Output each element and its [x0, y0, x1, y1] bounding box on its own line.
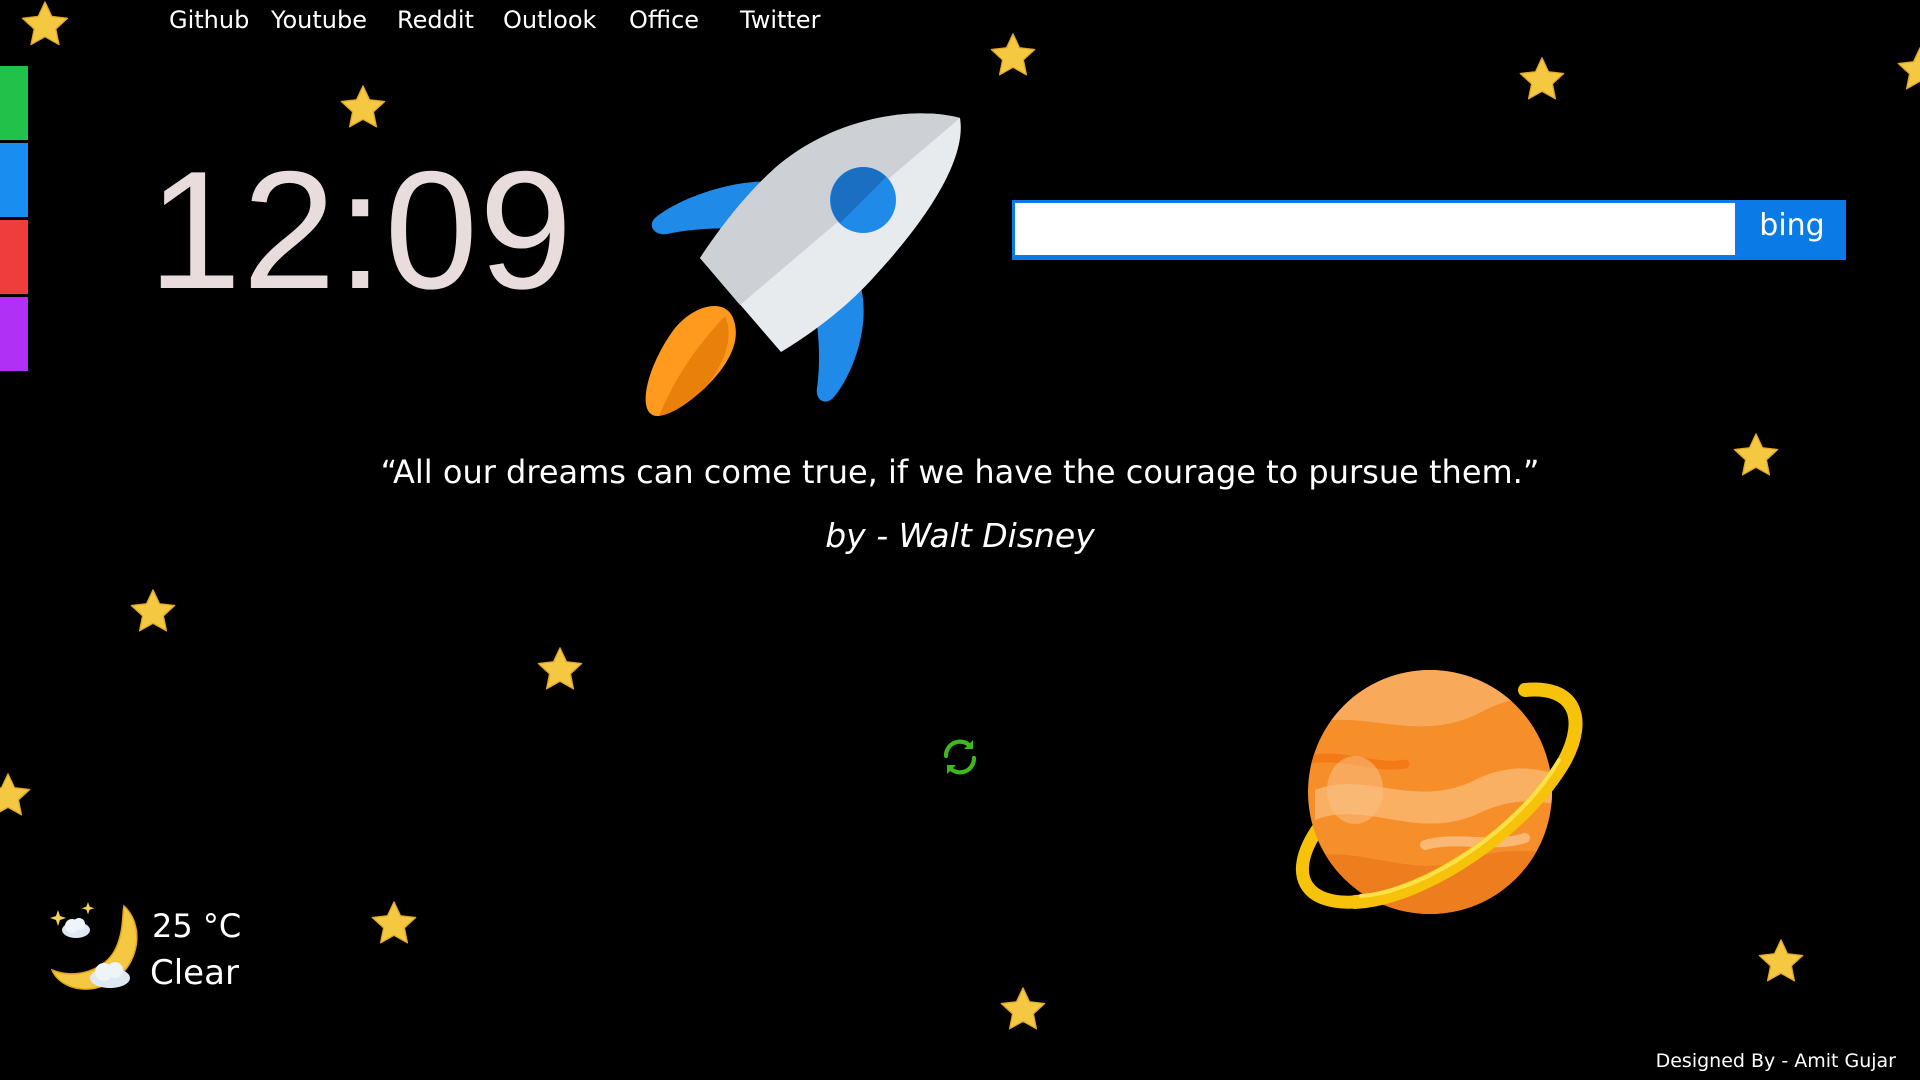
refresh-icon[interactable] [937, 734, 983, 780]
nav-link-reddit[interactable]: Reddit [397, 2, 474, 38]
nav-link-office[interactable]: Office [629, 2, 699, 38]
quote-text: “All our dreams can come true, if we hav… [380, 453, 1540, 491]
nav-link-youtube[interactable]: Youtube [271, 2, 367, 38]
footer-credit: Designed By - Amit Gujar [1655, 1050, 1896, 1072]
star-icon [997, 984, 1049, 1036]
theme-swatch-purple[interactable] [0, 297, 28, 371]
weather-condition: Clear [150, 953, 239, 993]
rocket-icon [615, 108, 965, 418]
planet-icon [1275, 660, 1595, 930]
clock-time: 12:09 [148, 136, 574, 324]
star-icon [1516, 54, 1568, 106]
theme-swatch-green[interactable] [0, 66, 28, 140]
moon-cloud-icon [46, 898, 142, 998]
new-tab-page: Github Youtube Reddit Outlook Office Twi… [0, 0, 1920, 1080]
star-icon [368, 898, 420, 950]
star-icon [534, 644, 586, 696]
search-input[interactable] [1015, 203, 1735, 255]
weather-temperature: 25 °C [152, 907, 242, 945]
star-icon [0, 770, 34, 822]
star-icon [18, 0, 72, 52]
star-icon [127, 586, 179, 638]
bing-search-button[interactable]: bing [1738, 200, 1846, 260]
search-bar: bing [1012, 200, 1846, 260]
quote-author: by - Walt Disney [825, 516, 1095, 555]
nav-link-outlook[interactable]: Outlook [503, 2, 596, 38]
nav-link-github[interactable]: Github [169, 2, 249, 38]
theme-swatch-blue[interactable] [0, 143, 28, 217]
nav-link-twitter[interactable]: Twitter [740, 2, 820, 38]
star-icon [337, 82, 389, 134]
star-icon [987, 30, 1039, 82]
theme-swatch-red[interactable] [0, 220, 28, 294]
star-icon [1894, 44, 1920, 96]
star-icon [1755, 936, 1807, 988]
